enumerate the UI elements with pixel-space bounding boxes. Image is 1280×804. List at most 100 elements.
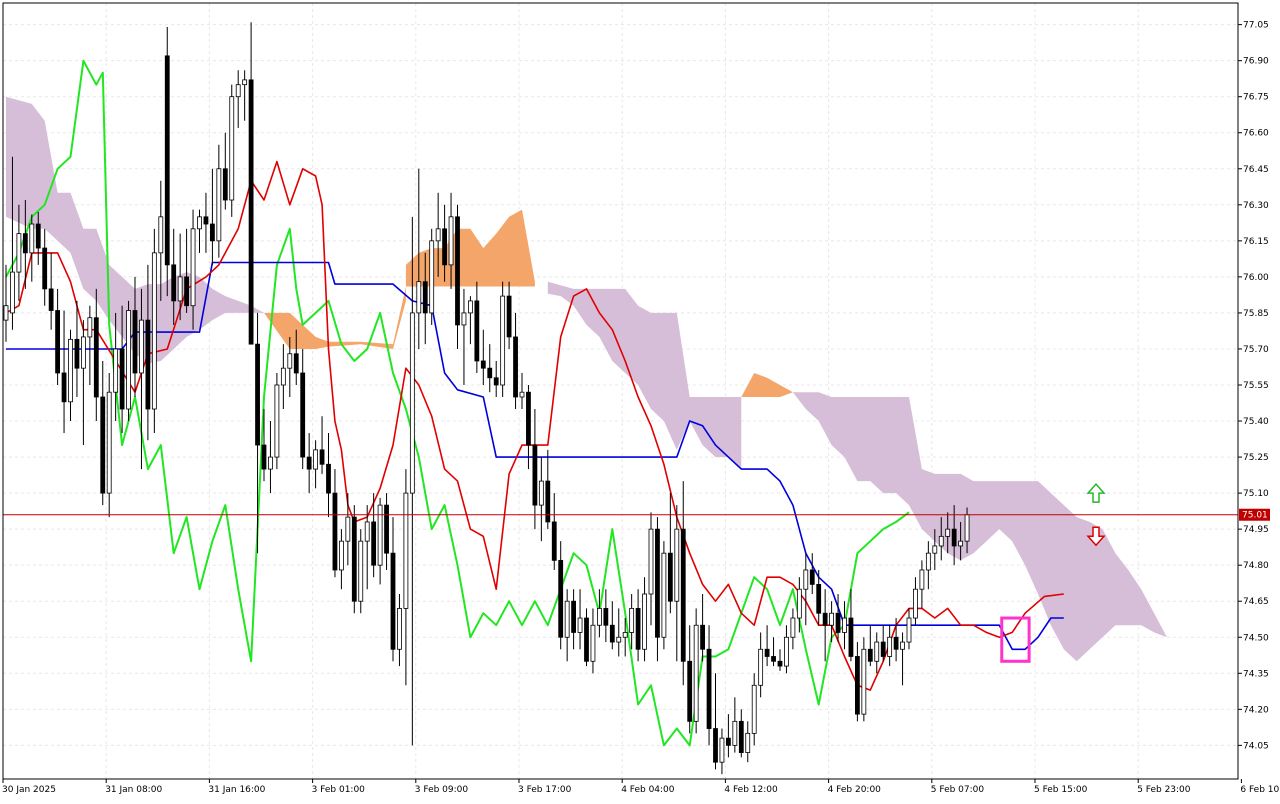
candle-body-bull [87,317,93,338]
time-tick-label: 31 Jan 08:00 [105,785,162,795]
candle-body-bull [106,391,112,494]
candle-body-bull [900,641,905,650]
candle-body-bear [558,559,564,638]
price-tick-label: 74.80 [1243,561,1269,571]
candle-body-bear [713,728,718,763]
candle-body-bear [822,612,828,626]
candle-body-bear [480,360,486,369]
candle-body-bear [584,617,589,662]
candle-body-bull [126,310,131,410]
candle-body-bear [848,617,854,657]
candle-body-bear [422,281,428,314]
candle-body-bear [532,444,538,506]
candle-body-bull [784,636,789,667]
candle-body-bull [242,79,248,86]
candle-body-bull [68,338,73,403]
candle-body-bear [61,372,67,403]
kumo-bull-region [264,286,406,349]
candle-body-bull [229,96,235,201]
candle-body-bull [790,617,796,638]
price-tick-label: 76.45 [1243,165,1269,175]
price-tick-label: 76.15 [1243,237,1269,247]
candle-body-bear [809,569,815,585]
candle-body-bear [771,656,776,662]
candle-body-bull [751,684,757,734]
price-tick-label: 76.30 [1243,201,1269,211]
candle-body-bear [119,348,125,410]
candle-body-bear [551,521,557,561]
candle-body-bear [506,295,512,338]
candle-body-bear [951,528,957,547]
candle-body-bear [42,247,48,290]
candle-body-bull [190,228,196,307]
ichimoku-chart[interactable]: 77.05 76.90 76.75 76.60 76.45 76.30 76.15 76.00… [0,0,1280,800]
candle-body-bear [867,648,873,662]
price-axis: 77.05 76.90 76.75 76.60 76.45 76.30 76.15 76.00… [1238,21,1269,751]
candle-body-bear [209,223,215,242]
candle-body-bear [306,456,312,470]
candle-body-bear [48,288,54,311]
candle-body-bear [222,168,228,201]
candle-body-bull [377,504,383,566]
candle-body-bull [861,648,867,715]
candle-body-bear [545,480,551,523]
candle-body-bear [680,528,686,662]
candle-body-bear [261,444,267,470]
candle-body-bear [700,624,705,650]
plot-frame [2,2,1239,780]
price-tick-label: 74.65 [1243,597,1269,607]
price-tick-label: 74.20 [1243,705,1269,715]
candle-body-bull [642,593,647,650]
candle-body-bull [874,641,880,662]
price-tick-label: 74.05 [1243,741,1269,751]
candle-body-bull [719,737,725,763]
candle-body-bull [364,521,370,542]
price-tick-label: 75.55 [1243,381,1269,391]
candle-body-bull [887,636,893,657]
candle-body-bull [403,492,409,609]
time-tick-label: 4 Feb 20:00 [828,785,882,795]
candle-body-bull [3,305,9,321]
candle-body-bear [880,641,886,657]
candle-body-bear [171,264,177,302]
candle-body-bear [326,463,331,494]
candle-body-bull [467,300,473,314]
price-tick-label: 76.00 [1243,273,1269,283]
candle-body-bull [693,624,699,722]
candle-body-bull [113,348,119,393]
time-tick-label: 3 Feb 01:00 [312,785,366,795]
candle-body-bull [958,540,963,547]
time-tick-label: 4 Feb 04:00 [621,785,675,795]
candle-body-bear [635,608,641,650]
price-tick-label: 74.95 [1243,525,1269,535]
candle-body-bear [442,228,448,266]
candle-body-bear [687,660,693,722]
price-tick-label: 76.90 [1243,57,1269,67]
price-tick-label: 75.40 [1243,417,1269,427]
candle-body-bull [448,216,454,266]
candle-body-bear [764,648,770,657]
candle-body-bull [732,720,738,746]
candle-body-bear [571,600,576,633]
candle-body-bull [590,624,596,662]
candle-body-bull [564,600,570,638]
signal-box-marker [1000,616,1031,663]
candle-body-bear [726,737,731,746]
price-tick-label: 74.35 [1243,669,1269,679]
price-tick-label: 74.50 [1243,633,1269,643]
candle-body-bear [332,492,338,571]
chart-canvas[interactable]: 77.05 76.90 76.75 76.60 76.45 76.30 76.15 76.00… [0,0,1280,800]
current-price-tag-text: 75.01 [1242,511,1268,521]
candle-body-bear [22,233,28,254]
candle-body-bull [197,216,202,230]
candle-body-bear [390,552,396,650]
candle-body-bear [203,216,209,225]
candle-body-bull [803,569,809,590]
time-tick-label: 3 Feb 09:00 [415,785,469,795]
price-tick-label: 76.75 [1243,93,1269,103]
candle-body-bear [351,516,357,602]
candle-body-bull [461,312,467,326]
candle-body-bear [93,317,99,398]
candle-body-bull [538,480,544,506]
candle-body-bull [435,228,441,242]
